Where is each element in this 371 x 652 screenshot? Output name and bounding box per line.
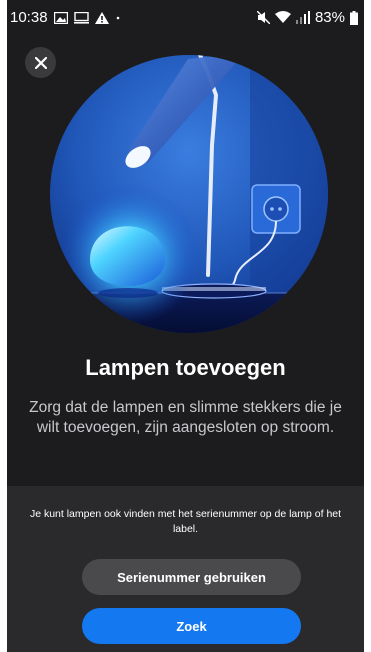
app-screen: 10:38 83% Lampen toevoegen Zorg dat de l… [7, 0, 364, 652]
close-button[interactable] [25, 47, 56, 78]
battery-icon [350, 10, 358, 25]
serial-hint-text: Je kunt lampen ook vinden met het serien… [29, 508, 342, 535]
use-serial-number-button[interactable]: Serienummer gebruiken [82, 559, 301, 595]
signal-icon [295, 11, 310, 24]
page-title: Lampen toevoegen [85, 355, 286, 380]
search-label: Zoek [176, 618, 207, 634]
hero-illustration [50, 55, 328, 333]
warning-icon [94, 11, 109, 24]
status-bar: 10:38 83% [7, 0, 364, 36]
close-icon [34, 56, 47, 69]
use-serial-number-label: Serienummer gebruiken [117, 569, 266, 585]
status-time: 10:38 [10, 9, 48, 26]
wifi-icon [274, 11, 291, 24]
battery-percentage: 83% [314, 9, 345, 26]
image-icon [53, 11, 68, 24]
mute-icon [256, 11, 270, 24]
status-left: 10:38 [10, 9, 121, 26]
monitor-icon [73, 11, 89, 24]
bottom-panel: Je kunt lampen ook vinden met het serien… [7, 486, 364, 652]
page-subtitle: Zorg dat de lampen en slimme stekkers di… [29, 399, 342, 436]
status-right: 83% [256, 9, 358, 26]
lamp-setup-illustration [50, 55, 328, 333]
search-button[interactable]: Zoek [82, 608, 301, 644]
dot-icon [115, 15, 121, 21]
